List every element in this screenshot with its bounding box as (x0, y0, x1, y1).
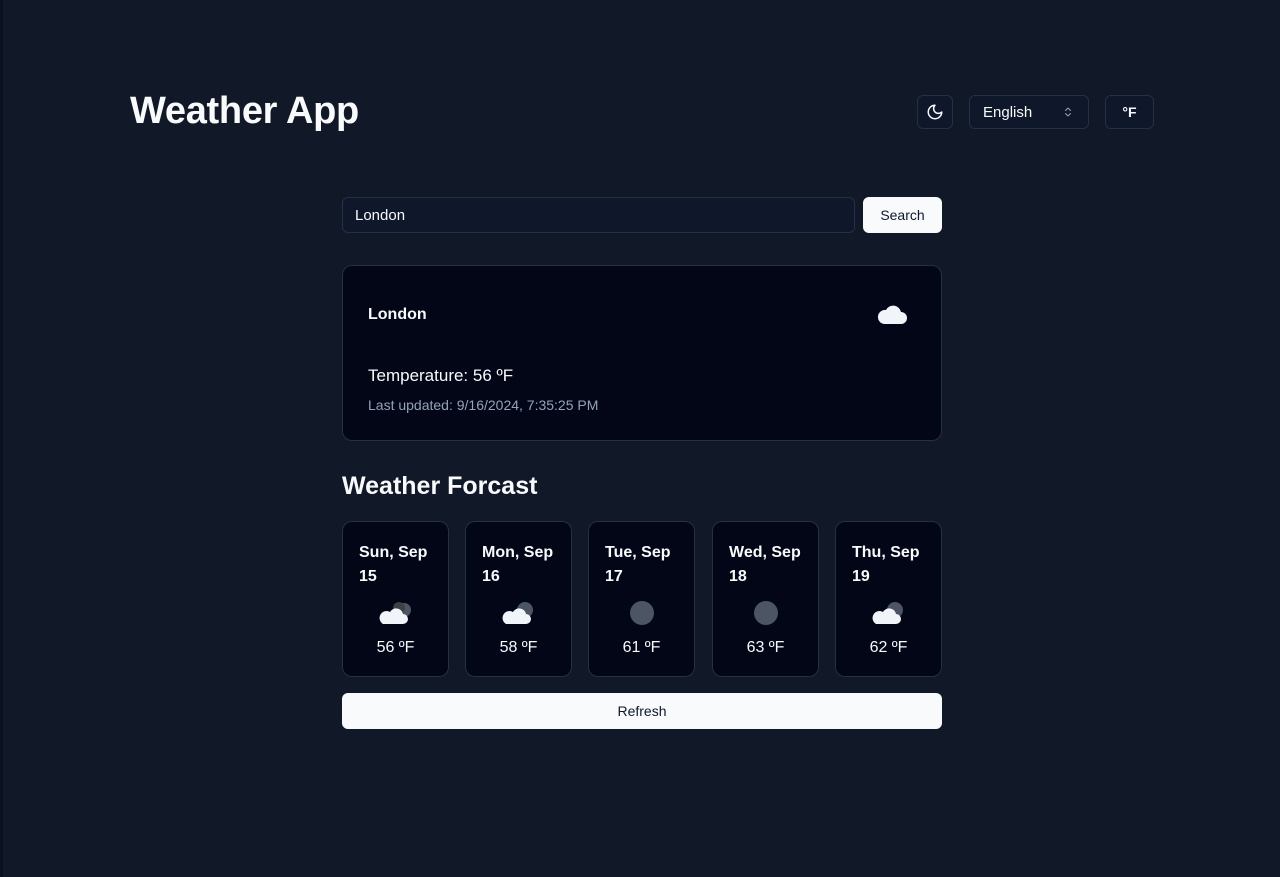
search-input[interactable] (342, 197, 855, 233)
cloudy-night-icon (379, 602, 411, 624)
partly-cloudy-night-icon (502, 602, 533, 624)
clear-night-icon (630, 601, 654, 625)
window-edge (0, 0, 3, 877)
app-title: Weather App (130, 90, 359, 132)
forecast-temperature: 58 ºF (499, 639, 538, 656)
forecast-card: Wed, Sep 18 63 ºF (712, 521, 819, 677)
city-name: London (368, 306, 427, 323)
unit-toggle-button[interactable]: °F (1105, 95, 1154, 129)
forecast-date: Mon, Sep 16 (482, 544, 554, 585)
language-select[interactable]: English (969, 95, 1089, 129)
forecast-card: Mon, Sep 16 58 ºF (465, 521, 572, 677)
forecast-card: Sun, Sep 15 56 ºF (342, 521, 449, 677)
forecast-temperature: 56 ºF (376, 639, 415, 656)
forecast-temperature: 62 ºF (869, 639, 908, 656)
forecast-title: Weather Forcast (342, 472, 538, 500)
current-temperature: Temperature: 56 ºF (368, 366, 514, 385)
forecast-card: Tue, Sep 17 61 ºF (588, 521, 695, 677)
clear-night-icon (754, 601, 778, 625)
last-updated: Last updated: 9/16/2024, 7:35:25 PM (368, 397, 599, 413)
forecast-date: Sun, Sep 15 (359, 544, 428, 585)
current-weather-card: London Temperature: 56 ºF Last updated: … (342, 265, 942, 441)
moon-icon (927, 104, 943, 120)
cloud-icon (877, 305, 907, 324)
search-button[interactable]: Search (863, 197, 942, 233)
chevrons-up-down-icon (1065, 107, 1071, 117)
forecast-temperature: 61 ºF (622, 639, 661, 656)
language-select-value: English (983, 103, 1033, 121)
partly-cloudy-night-icon (872, 602, 903, 624)
forecast-temperature: 63 ºF (746, 639, 785, 656)
forecast-card: Thu, Sep 19 62 ºF (835, 521, 942, 677)
forecast-date: Wed, Sep 18 (729, 544, 801, 585)
forecast-date: Thu, Sep 19 (852, 544, 920, 585)
forecast-date: Tue, Sep 17 (605, 544, 671, 585)
refresh-button[interactable]: Refresh (342, 693, 942, 729)
theme-toggle-button[interactable] (917, 95, 953, 129)
